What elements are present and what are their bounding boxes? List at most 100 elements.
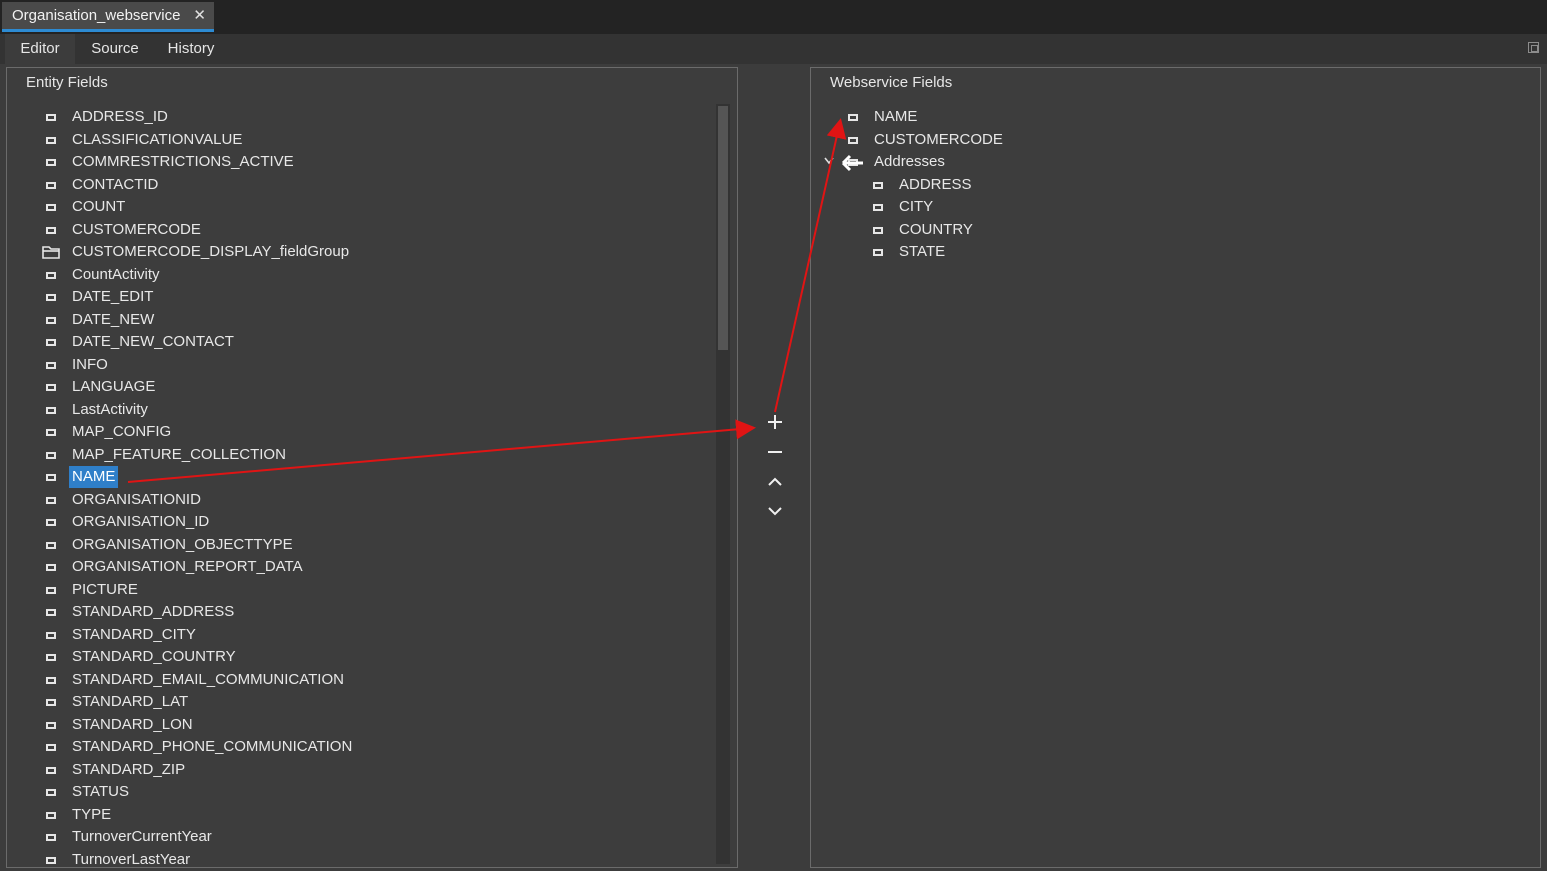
- tree-item-address[interactable]: ADDRESS: [869, 174, 1469, 196]
- tree-item-label: PICTURE: [72, 580, 138, 598]
- tree-item-standard-lat[interactable]: STANDARD_LAT: [42, 691, 642, 713]
- tree-item-label: NAME: [874, 108, 918, 125]
- tree-item-label: Addresses: [874, 153, 945, 170]
- tree-item-commrestrictions-active[interactable]: COMMRESTRICTIONS_ACTIVE: [42, 151, 642, 173]
- field-icon: [46, 721, 56, 729]
- tree-item-label: LANGUAGE: [72, 378, 156, 395]
- tree-item-info[interactable]: INFO: [42, 354, 642, 376]
- tab-history[interactable]: History: [158, 34, 224, 64]
- webservice-fields-panel: Webservice Fields NAME CUSTOMERCODE Addres…: [810, 67, 1541, 868]
- tree-item-standard-address[interactable]: STANDARD_ADDRESS: [42, 601, 642, 623]
- tree-item-label: TYPE: [72, 805, 112, 823]
- field-icon: [46, 699, 56, 706]
- field-icon: [46, 541, 56, 549]
- entity-fields-scrollbar[interactable]: [716, 104, 730, 864]
- tree-item-customercode-display-fieldgroup[interactable]: CUSTOMERCODE_DISPLAY_fieldGroup: [42, 241, 642, 263]
- tree-item-standard-lon[interactable]: STANDARD_LON: [42, 714, 642, 736]
- move-up-button[interactable]: [764, 471, 786, 493]
- tree-item-type[interactable]: TYPE: [42, 804, 642, 826]
- tree-item-customercode[interactable]: CUSTOMERCODE: [844, 129, 1444, 151]
- tree-item-date-new[interactable]: DATE_NEW: [42, 309, 642, 331]
- tree-item-contactid[interactable]: CONTACTID: [42, 174, 642, 196]
- tree-item-addresses[interactable]: Addresses: [844, 151, 1444, 173]
- remove-field-button[interactable]: [764, 441, 786, 463]
- tree-item-status[interactable]: STATUS: [42, 781, 642, 803]
- tree-item-language[interactable]: LANGUAGE: [42, 376, 642, 398]
- tree-item-standard-phone-communication[interactable]: STANDARD_PHONE_COMMUNICATION: [42, 736, 642, 758]
- field-icon: [46, 766, 56, 774]
- close-icon[interactable]: ✕: [193, 2, 206, 30]
- plus-icon: [768, 415, 782, 429]
- field-icon: [46, 631, 56, 639]
- tree-item-address-id[interactable]: ADDRESS_ID: [42, 106, 642, 128]
- tree-item-turnoverlastyear[interactable]: TurnoverLastYear: [42, 849, 642, 871]
- tree-item-standard-email-communication[interactable]: STANDARD_EMAIL_COMMUNICATION: [42, 669, 642, 691]
- field-icon: [46, 519, 56, 526]
- field-icon: [848, 136, 858, 144]
- field-icon: [46, 789, 56, 796]
- field-icon: [46, 226, 56, 234]
- entity-fields-title: Entity Fields: [26, 74, 108, 91]
- tree-item-name[interactable]: NAME: [844, 106, 1444, 128]
- tree-item-label: STANDARD_ZIP: [72, 760, 186, 778]
- tree-item-label: ORGANISATION_OBJECTTYPE: [72, 535, 293, 553]
- document-tab-title: Organisation_webservice: [12, 7, 181, 24]
- field-icon: [873, 226, 883, 234]
- chevron-down-icon: [768, 507, 782, 516]
- tree-item-organisation-report-data[interactable]: ORGANISATION_REPORT_DATA: [42, 556, 642, 578]
- tree-item-classificationvalue[interactable]: CLASSIFICATIONVALUE: [42, 129, 642, 151]
- tree-item-name[interactable]: NAME: [42, 466, 642, 488]
- tree-item-standard-country[interactable]: STANDARD_COUNTRY: [42, 646, 642, 668]
- tree-item-date-edit[interactable]: DATE_EDIT: [42, 286, 642, 308]
- tree-item-label: CUSTOMERCODE: [874, 130, 1003, 148]
- tab-source[interactable]: Source: [80, 34, 150, 64]
- tree-item-lastactivity[interactable]: LastActivity: [42, 399, 642, 421]
- field-icon: [46, 586, 56, 594]
- tree-item-label: CountActivity: [72, 265, 160, 283]
- field-icon: [46, 294, 56, 301]
- tree-item-label: STANDARD_COUNTRY: [72, 648, 236, 665]
- scrollbar-thumb[interactable]: [718, 106, 728, 350]
- tree-item-label: ORGANISATIONID: [72, 490, 201, 508]
- maximize-icon[interactable]: [1528, 42, 1539, 53]
- tree-item-standard-city[interactable]: STANDARD_CITY: [42, 624, 642, 646]
- tree-item-turnovercurrentyear[interactable]: TurnoverCurrentYear: [42, 826, 642, 848]
- field-icon: [46, 654, 56, 661]
- field-icon: [46, 114, 56, 121]
- tree-item-label: MAP_CONFIG: [72, 423, 172, 440]
- folder-icon: [42, 246, 60, 259]
- field-icon: [46, 181, 56, 189]
- field-icon: [46, 676, 56, 684]
- minus-icon: [768, 451, 782, 453]
- tree-item-countactivity[interactable]: CountActivity: [42, 264, 642, 286]
- tree-item-standard-zip[interactable]: STANDARD_ZIP: [42, 759, 642, 781]
- tree-item-city[interactable]: CITY: [869, 196, 1469, 218]
- tree-item-label: CLASSIFICATIONVALUE: [72, 130, 243, 148]
- tree-item-organisation-objecttype[interactable]: ORGANISATION_OBJECTTYPE: [42, 534, 642, 556]
- tree-item-map-config[interactable]: MAP_CONFIG: [42, 421, 642, 443]
- field-icon: [46, 834, 56, 841]
- field-icon: [46, 271, 56, 279]
- tree-item-customercode[interactable]: CUSTOMERCODE: [42, 219, 642, 241]
- add-field-button[interactable]: [764, 411, 786, 433]
- entity-fields-panel: Entity Fields ADDRESS_ID CLASSIFICATIONVA…: [6, 67, 738, 868]
- tree-item-label: CUSTOMERCODE_DISPLAY_fieldGroup: [72, 243, 350, 260]
- tree-item-label: STATUS: [72, 783, 129, 800]
- tree-item-organisationid[interactable]: ORGANISATIONID: [42, 489, 642, 511]
- tree-item-date-new-contact[interactable]: DATE_NEW_CONTACT: [42, 331, 642, 353]
- tree-item-country[interactable]: COUNTRY: [869, 219, 1469, 241]
- tree-item-organisation-id[interactable]: ORGANISATION_ID: [42, 511, 642, 533]
- tree-item-map-feature-collection[interactable]: MAP_FEATURE_COLLECTION: [42, 444, 642, 466]
- field-icon: [46, 136, 56, 144]
- move-down-button[interactable]: [764, 500, 786, 522]
- field-icon: [46, 744, 56, 751]
- tree-item-count[interactable]: COUNT: [42, 196, 642, 218]
- tree-item-picture[interactable]: PICTURE: [42, 579, 642, 601]
- tab-editor[interactable]: Editor: [5, 34, 75, 64]
- field-icon: [848, 114, 858, 121]
- tree-item-label: CONTACTID: [72, 175, 159, 193]
- document-tab[interactable]: Organisation_webservice ✕: [2, 2, 214, 32]
- field-icon: [46, 159, 56, 166]
- tree-item-state[interactable]: STATE: [869, 241, 1469, 263]
- tree-item-label: CITY: [899, 198, 934, 215]
